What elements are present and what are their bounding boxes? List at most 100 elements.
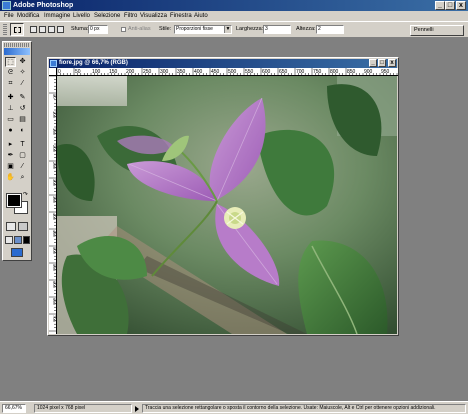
doc-maximize-button[interactable]: □	[378, 59, 386, 67]
antialias-checkbox[interactable]	[121, 27, 126, 32]
marquee-icon	[14, 27, 21, 33]
menu-file[interactable]: File	[4, 12, 14, 20]
vertical-ruler[interactable]: 50 100 150 200 250 300 350 400 450 500 550 600 650 70…	[49, 76, 57, 334]
horizontal-ruler-label: 400	[194, 69, 203, 75]
doc-close-button[interactable]: x	[388, 59, 396, 67]
slice-tool-icon[interactable]: ⁄	[17, 79, 28, 89]
crop-tool-icon[interactable]: ⌗	[5, 79, 16, 89]
screen-mode-full-icon[interactable]	[23, 236, 30, 244]
quick-mask-mode-icon[interactable]	[18, 222, 28, 231]
menu-bar: File Modifica Immagine Livello Selezione…	[0, 11, 468, 21]
height-label: Altezza:	[296, 26, 316, 32]
path-selection-tool-icon[interactable]: ▸	[5, 140, 16, 150]
intersect-selection-icon[interactable]	[57, 26, 64, 33]
zoom-tool-icon[interactable]: ⌕	[17, 173, 28, 183]
photoshop-app-icon	[2, 1, 11, 10]
clone-stamp-tool-icon[interactable]: ⊥	[5, 104, 16, 114]
history-brush-tool-icon[interactable]: ↺	[17, 104, 28, 114]
menu-finestra[interactable]: Finestra	[170, 12, 192, 20]
document-size-info: 1024 pixel x 768 pixel	[34, 404, 132, 413]
screen-mode-standard-icon[interactable]	[5, 236, 13, 244]
menu-modifica[interactable]: Modifica	[17, 12, 39, 20]
brush-tool-icon[interactable]: ✎	[17, 93, 28, 103]
horizontal-ruler-label: 50	[75, 69, 81, 75]
hand-tool-icon[interactable]: ✋	[5, 173, 16, 183]
width-label: Larghezza:	[236, 26, 264, 32]
shape-tool-icon[interactable]: ▢	[17, 151, 28, 161]
dodge-tool-icon[interactable]: ◐	[17, 126, 28, 136]
horizontal-ruler-label: 200	[126, 69, 135, 75]
lasso-tool-icon[interactable]: ᘓ	[5, 68, 16, 78]
document-title: fiore.jpg @ 66,7% (RGB)	[59, 60, 128, 66]
swap-colors-icon[interactable]: ↷	[23, 192, 29, 198]
adobe-online-logo[interactable]	[4, 48, 30, 55]
minimize-button[interactable]: _	[435, 1, 445, 10]
status-menu-arrow-icon[interactable]	[135, 406, 139, 412]
blur-tool-icon[interactable]: ●	[5, 126, 16, 136]
screen-mode-full-menu-icon[interactable]	[14, 236, 22, 244]
chevron-down-icon: ▼	[224, 26, 231, 33]
width-input[interactable]: 3	[263, 25, 291, 34]
app-titlebar: Adobe Photoshop _ □ x	[0, 0, 468, 11]
antialias-label: Anti-alias	[128, 26, 151, 32]
doc-minimize-button[interactable]: _	[369, 59, 377, 67]
horizontal-ruler-label: 850	[347, 69, 356, 75]
feather-input[interactable]: 0 px	[88, 25, 108, 34]
horizontal-ruler-label: 950	[381, 69, 390, 75]
horizontal-ruler-label: 650	[279, 69, 288, 75]
image-canvas[interactable]	[57, 76, 397, 334]
toolbox-grip[interactable]	[4, 43, 30, 47]
horizontal-ruler-ticks: 0 50 100 150 200 250 300 350 400 450 500 550 600 650 7…	[57, 68, 398, 75]
tool-preset-picker[interactable]	[10, 23, 24, 36]
horizontal-ruler-label: 750	[313, 69, 322, 75]
horizontal-ruler-label: 500	[228, 69, 237, 75]
gradient-tool-icon[interactable]: ▤	[17, 115, 28, 125]
new-selection-icon[interactable]	[30, 26, 37, 33]
healing-tool-icon[interactable]: ✚	[5, 93, 16, 103]
status-bar: 66,67% 1024 pixel x 768 pixel Traccia un…	[0, 401, 468, 414]
options-grip[interactable]	[3, 24, 7, 35]
height-input[interactable]: 2	[316, 25, 344, 34]
feather-label: Sfuma:	[71, 26, 89, 32]
horizontal-ruler-label: 250	[143, 69, 152, 75]
horizontal-ruler-label: 0	[58, 69, 61, 75]
eyedropper-tool-icon[interactable]: ⁄	[17, 162, 28, 172]
menu-visualizza[interactable]: Visualizza	[140, 12, 167, 20]
maximize-button[interactable]: □	[445, 1, 455, 10]
tool-hint-text: Traccia una selezione rettangolare o spo…	[142, 404, 466, 413]
horizontal-ruler[interactable]: 0 50 100 150 200 250 300 350 400 450 500 550 600 650 7…	[57, 68, 398, 76]
notes-tool-icon[interactable]: ▣	[5, 162, 16, 172]
standard-mode-icon[interactable]	[6, 222, 16, 231]
horizontal-ruler-label: 300	[160, 69, 169, 75]
menu-selezione[interactable]: Selezione	[94, 12, 120, 20]
ruler-origin[interactable]	[49, 68, 57, 76]
flower-photo	[57, 76, 397, 334]
type-tool-icon[interactable]: T	[17, 140, 28, 150]
vertical-ruler-ticks: 5010015020025030035040045050055060065070…	[49, 76, 56, 332]
horizontal-ruler-label: 600	[262, 69, 271, 75]
document-icon	[50, 60, 57, 67]
menu-filtro[interactable]: Filtro	[124, 12, 137, 20]
document-titlebar[interactable]: fiore.jpg @ 66,7% (RGB) _ □ x	[49, 59, 397, 68]
palette-tab-brushes[interactable]: Pennelli	[410, 25, 464, 36]
menu-livello[interactable]: Livello	[73, 12, 90, 20]
subtract-selection-icon[interactable]	[48, 26, 55, 33]
horizontal-ruler-label: 350	[177, 69, 186, 75]
magic-wand-tool-icon[interactable]: ✧	[17, 68, 28, 78]
zoom-level-field[interactable]: 66,67%	[2, 404, 26, 413]
close-button[interactable]: x	[456, 1, 466, 10]
horizontal-ruler-label: 550	[245, 69, 254, 75]
foreground-color-swatch[interactable]	[6, 193, 22, 208]
menu-aiuto[interactable]: Aiuto	[194, 12, 208, 20]
move-tool-icon[interactable]: ✥	[17, 57, 28, 67]
style-select[interactable]: Proporzioni fisse ▼	[174, 25, 232, 34]
pen-tool-icon[interactable]: ✒	[5, 151, 16, 161]
add-selection-icon[interactable]	[39, 26, 46, 33]
horizontal-ruler-label: 450	[211, 69, 220, 75]
menu-immagine[interactable]: Immagine	[44, 12, 70, 20]
jump-to-imageready-icon[interactable]	[11, 248, 23, 257]
eraser-tool-icon[interactable]: ▭	[5, 115, 16, 125]
marquee-tool-icon[interactable]: ⬚	[5, 57, 16, 67]
horizontal-ruler-label: 700	[296, 69, 305, 75]
horizontal-ruler-label: 150	[109, 69, 118, 75]
